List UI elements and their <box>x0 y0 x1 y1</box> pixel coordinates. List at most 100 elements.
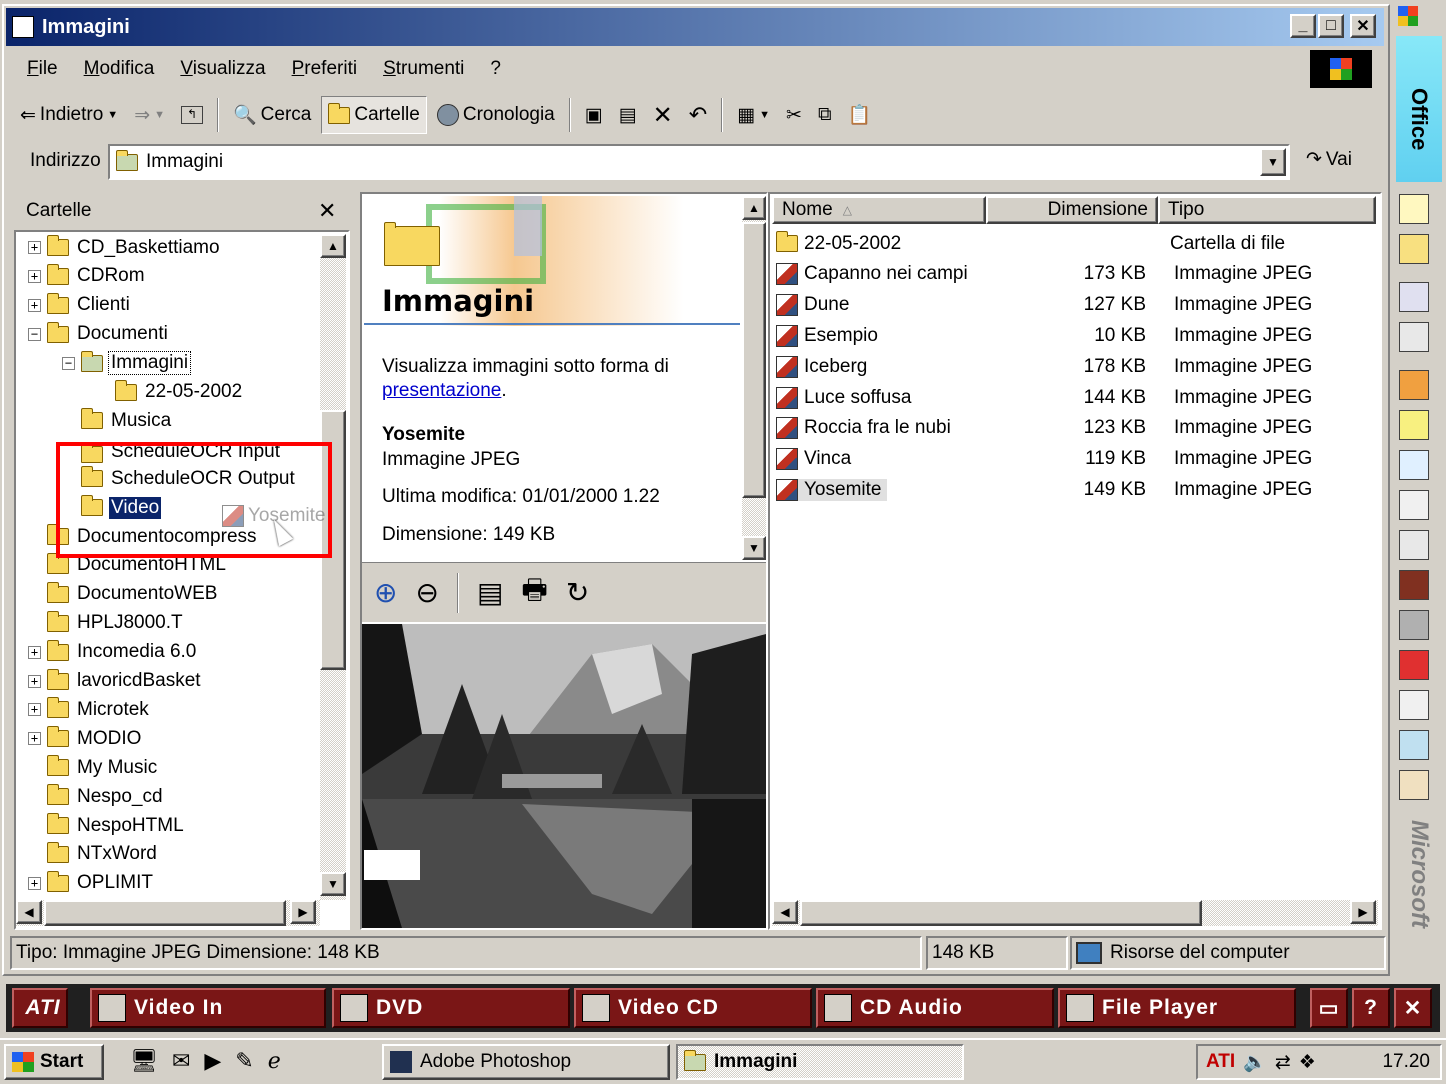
maximize-button[interactable]: □ <box>1318 14 1344 38</box>
tree-item[interactable]: + Clienti <box>28 291 132 320</box>
minimize-button[interactable]: _ <box>1290 14 1316 38</box>
outlook-icon[interactable]: ✉ <box>172 1048 190 1074</box>
zoom-in-icon[interactable]: ⊕ <box>374 576 397 609</box>
cut-button[interactable]: ✂ <box>780 96 808 134</box>
tree-scroll-left-button[interactable]: ◀ <box>16 900 42 924</box>
full-screen-icon[interactable]: ▤ <box>477 576 503 609</box>
note-icon[interactable] <box>1399 410 1429 440</box>
task-photoshop[interactable]: Adobe Photoshop <box>382 1044 670 1080</box>
print-icon[interactable]: 🖶 <box>521 569 547 617</box>
tray-icon[interactable]: ❖ <box>1299 1051 1316 1074</box>
search-button[interactable]: 🔍 Cerca <box>227 96 317 134</box>
collapse-icon[interactable]: − <box>62 356 75 370</box>
tree-item[interactable]: Nespo_cd <box>28 782 165 811</box>
folders-button[interactable]: Cartelle <box>321 96 427 134</box>
menu-tools[interactable]: Strumenti <box>383 58 464 80</box>
presentation-icon[interactable] <box>1399 730 1429 760</box>
task-immagini[interactable]: Immagini <box>676 1044 964 1080</box>
copy-button[interactable]: ⧉ <box>812 96 838 134</box>
ati-minimize-button[interactable]: ▭ <box>1310 988 1348 1028</box>
rotate-icon[interactable]: ↻ <box>566 576 589 609</box>
back-button[interactable]: ⇐ Indietro ▼ <box>14 96 124 134</box>
word-icon[interactable] <box>1399 690 1429 720</box>
file-row[interactable]: Capanno nei campi 173 KB Immagine JPEG <box>772 259 1372 290</box>
menu-file[interactable]: File <box>27 58 58 80</box>
tree-item[interactable]: + CDRom <box>28 262 147 291</box>
file-row[interactable]: Dune 127 KB Immagine JPEG <box>772 290 1372 321</box>
address-dropdown-button[interactable]: ▼ <box>1260 148 1286 176</box>
move-to-button[interactable]: ▣ <box>579 96 609 134</box>
tree-item[interactable]: NTxWord <box>28 840 159 869</box>
expand-icon[interactable]: + <box>28 674 41 688</box>
calendar-icon[interactable] <box>1399 450 1429 480</box>
file-row[interactable]: 22-05-2002 Cartella di file <box>772 228 1372 259</box>
image-icon[interactable] <box>1399 570 1429 600</box>
expand-icon[interactable]: + <box>28 876 41 890</box>
tree-item[interactable]: My Music <box>28 753 159 782</box>
ati-video-cd-button[interactable]: Video CD <box>574 988 812 1028</box>
tree-item[interactable]: + Microtek <box>28 695 151 724</box>
column-header-size[interactable]: Dimensione <box>986 196 1158 224</box>
ati-video-in-button[interactable]: Video In <box>90 988 326 1028</box>
column-header-name[interactable]: Nome △ <box>772 196 986 224</box>
tree-item[interactable]: 22-05-2002 <box>96 378 244 407</box>
tree-item[interactable]: + MODIO <box>28 724 143 753</box>
views-button[interactable]: ▦ ▼ <box>731 96 776 134</box>
tree-item[interactable]: DocumentoWEB <box>28 580 219 609</box>
folders-pane-close-icon[interactable]: ✕ <box>318 198 336 224</box>
ati-close-button[interactable]: ✕ <box>1394 988 1432 1028</box>
acrobat-icon[interactable] <box>1399 650 1429 680</box>
forward-button[interactable]: ⇒ ▼ <box>128 96 171 134</box>
new-contact-icon[interactable] <box>1399 322 1429 352</box>
tree-item[interactable]: HPLJ8000.T <box>28 609 185 638</box>
tree-item[interactable]: Musica <box>62 406 173 435</box>
menu-view[interactable]: Visualizza <box>180 58 265 80</box>
menu-edit[interactable]: Modifica <box>84 58 155 80</box>
open-document-icon[interactable] <box>1399 234 1429 264</box>
publisher-icon[interactable] <box>1399 770 1429 800</box>
close-button[interactable]: ✕ <box>1350 14 1376 38</box>
history-button[interactable]: Cronologia <box>431 96 561 134</box>
copy-to-button[interactable]: ▤ <box>613 96 643 134</box>
start-button[interactable]: Start <box>4 1044 104 1080</box>
list-scroll-left-button[interactable]: ◀ <box>772 900 798 924</box>
tree-item[interactable]: + OPLIMIT <box>28 869 155 898</box>
info-scroll-thumb[interactable] <box>742 222 766 498</box>
task-icon[interactable] <box>1399 490 1429 520</box>
tree-scroll-up-button[interactable]: ▲ <box>320 234 346 258</box>
file-row[interactable]: Vinca 119 KB Immagine JPEG <box>772 444 1372 475</box>
tool-icon[interactable]: ✎ <box>235 1048 253 1074</box>
expand-icon[interactable]: + <box>28 645 41 659</box>
address-card-icon[interactable] <box>1399 530 1429 560</box>
tree-item[interactable]: + lavoricdBasket <box>28 667 203 696</box>
expand-icon[interactable]: + <box>28 269 41 283</box>
info-scroll-down-button[interactable]: ▼ <box>742 536 766 560</box>
new-document-icon[interactable] <box>1399 194 1429 224</box>
file-row[interactable]: Esempio 10 KB Immagine JPEG <box>772 320 1372 351</box>
tree-item[interactable]: − Documenti <box>28 320 170 349</box>
clock[interactable]: 17.20 <box>1382 1051 1430 1073</box>
tree-item[interactable]: NespoHTML <box>28 811 186 840</box>
zoom-out-icon[interactable]: ⊖ <box>415 576 438 609</box>
file-row[interactable]: Luce soffusa 144 KB Immagine JPEG <box>772 382 1372 413</box>
file-row[interactable]: Iceberg 178 KB Immagine JPEG <box>772 351 1372 382</box>
delete-button[interactable]: ✕ <box>647 96 679 134</box>
undo-button[interactable]: ↶ <box>683 96 713 134</box>
list-scroll-right-button[interactable]: ▶ <box>1350 900 1376 924</box>
list-hscroll-thumb[interactable] <box>800 900 1202 926</box>
binder-icon[interactable] <box>1399 370 1429 400</box>
go-button[interactable]: ↷ Vai <box>1306 148 1352 171</box>
address-field[interactable]: Immagini <box>108 144 1290 180</box>
media-player-icon[interactable]: ▶ <box>204 1048 221 1074</box>
menu-favorites[interactable]: Preferiti <box>292 58 357 80</box>
tree-hscroll-thumb[interactable] <box>44 900 286 926</box>
tree-item[interactable]: + Incomedia 6.0 <box>28 638 198 667</box>
ati-cd-audio-button[interactable]: CD Audio <box>816 988 1054 1028</box>
ati-tray-icon[interactable]: ATI <box>1206 1051 1235 1073</box>
paste-button[interactable]: 📋 <box>842 96 878 134</box>
expand-icon[interactable]: + <box>28 732 41 746</box>
column-header-type[interactable]: Tipo <box>1158 196 1376 224</box>
ati-help-button[interactable]: ? <box>1352 988 1390 1028</box>
ati-logo-button[interactable]: ATI <box>12 988 68 1028</box>
texture-icon[interactable] <box>1399 610 1429 640</box>
